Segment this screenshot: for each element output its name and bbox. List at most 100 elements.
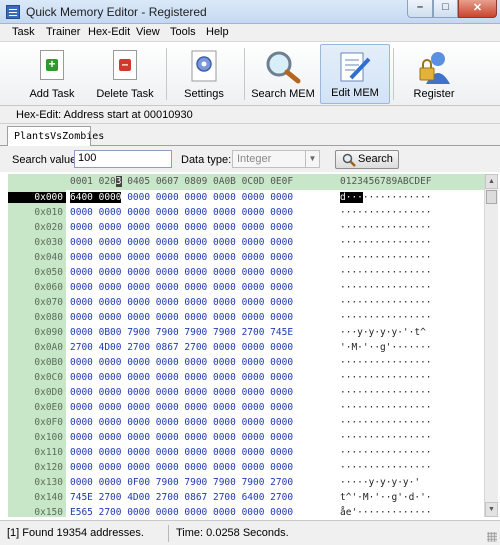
menu-view[interactable]: View — [136, 26, 160, 38]
scroll-down-arrow-icon[interactable]: ▼ — [485, 502, 498, 517]
address-cell[interactable]: 0x0D0 — [8, 387, 66, 398]
address-cell[interactable]: 0x060 — [8, 282, 66, 293]
ascii-row[interactable]: ················ — [340, 417, 432, 428]
hex-row[interactable]: 0000 0000 0000 0000 0000 0000 0000 0000 — [70, 237, 293, 248]
vertical-scrollbar[interactable]: ▲ ▼ — [484, 174, 498, 517]
address-cell[interactable]: 0x140 — [8, 492, 66, 503]
delete-task-button[interactable]: – Delete Task — [86, 44, 164, 104]
hex-row[interactable]: 0000 0000 0000 0000 0000 0000 0000 0000 — [70, 267, 293, 278]
search-button[interactable]: Search — [335, 150, 399, 169]
data-type-select[interactable]: Integer ▼ — [232, 150, 320, 168]
settings-button[interactable]: Settings — [170, 44, 238, 104]
resize-grip-icon[interactable] — [487, 532, 497, 542]
register-button[interactable]: Register — [398, 44, 470, 104]
hex-row[interactable]: 0000 0000 0000 0000 0000 0000 0000 0000 — [70, 402, 293, 413]
ascii-row[interactable]: ················ — [340, 237, 432, 248]
address-cell[interactable]: 0x100 — [8, 432, 66, 443]
hex-row[interactable]: 0000 0000 0000 0000 0000 0000 0000 0000 — [70, 432, 293, 443]
address-cell[interactable]: 0x0E0 — [8, 402, 66, 413]
scroll-up-arrow-icon[interactable]: ▲ — [485, 174, 498, 189]
ascii-row[interactable]: ·····y·y·y·y·' — [340, 477, 420, 488]
address-cell[interactable]: 0x120 — [8, 462, 66, 473]
menu-help[interactable]: Help — [206, 26, 229, 38]
address-cell[interactable]: 0x150 — [8, 507, 66, 517]
address-cell[interactable]: 0x050 — [8, 267, 66, 278]
hex-row[interactable]: 0000 0000 0000 0000 0000 0000 0000 0000 — [70, 462, 293, 473]
search-mem-button[interactable]: Search MEM — [250, 44, 316, 104]
ascii-row[interactable]: d··············· — [340, 192, 432, 203]
address-cell[interactable]: 0x030 — [8, 237, 66, 248]
address-cell[interactable]: 0x0F0 — [8, 417, 66, 428]
chevron-down-icon: ▼ — [305, 151, 319, 167]
search-button-label: Search — [358, 153, 393, 165]
address-cell[interactable]: 0x070 — [8, 297, 66, 308]
ascii-row[interactable]: ················ — [340, 462, 432, 473]
hex-row[interactable]: 6400 0000 0000 0000 0000 0000 0000 0000 — [70, 192, 293, 203]
ascii-row[interactable]: ················ — [340, 297, 432, 308]
hex-row[interactable]: 0000 0B00 7900 7900 7900 7900 2700 745E — [70, 327, 293, 338]
hex-row[interactable]: 745E 2700 4D00 2700 0867 2700 6400 2700 — [70, 492, 293, 503]
hex-row[interactable]: 0000 0000 0000 0000 0000 0000 0000 0000 — [70, 297, 293, 308]
address-cell[interactable]: 0x130 — [8, 477, 66, 488]
search-value-label: Search value: — [12, 154, 80, 166]
menu-trainer[interactable]: Trainer — [46, 26, 80, 38]
selected-bytes[interactable]: 6400 0000 — [70, 192, 122, 203]
ascii-row[interactable]: ················ — [340, 267, 432, 278]
hex-row[interactable]: 0000 0000 0000 0000 0000 0000 0000 0000 — [70, 222, 293, 233]
toolbar-separator — [393, 48, 394, 100]
search-mem-label: Search MEM — [251, 88, 315, 100]
address-cell[interactable]: 0x0A0 — [8, 342, 66, 353]
address-cell[interactable]: 0x0B0 — [8, 357, 66, 368]
ascii-row[interactable]: ················ — [340, 372, 432, 383]
ascii-row[interactable]: ················ — [340, 402, 432, 413]
ascii-row[interactable]: ················ — [340, 312, 432, 323]
hex-row[interactable]: 0000 0000 0000 0000 0000 0000 0000 0000 — [70, 282, 293, 293]
ascii-row[interactable]: ················ — [340, 447, 432, 458]
address-cell[interactable]: 0x040 — [8, 252, 66, 263]
address-cell[interactable]: 0x010 — [8, 207, 66, 218]
hex-row[interactable]: 0000 0000 0000 0000 0000 0000 0000 0000 — [70, 252, 293, 263]
hex-row[interactable]: 0000 0000 0000 0000 0000 0000 0000 0000 — [70, 312, 293, 323]
menu-bar: Task Trainer Hex-Edit View Tools Help — [0, 24, 500, 42]
hex-row[interactable]: 0000 0000 0000 0000 0000 0000 0000 0000 — [70, 447, 293, 458]
add-task-button[interactable]: + Add Task — [12, 44, 92, 104]
ascii-row[interactable]: ················ — [340, 207, 432, 218]
ascii-row[interactable]: åe'············· — [340, 507, 432, 517]
address-cell[interactable]: 0x000 — [8, 192, 66, 203]
menu-task[interactable]: Task — [12, 26, 35, 38]
hex-row[interactable]: 0000 0000 0000 0000 0000 0000 0000 0000 — [70, 207, 293, 218]
toolbar-separator — [244, 48, 245, 100]
hex-row[interactable]: E565 2700 0000 0000 0000 0000 0000 0000 — [70, 507, 293, 517]
address-cell[interactable]: 0x090 — [8, 327, 66, 338]
address-cell[interactable]: 0x080 — [8, 312, 66, 323]
scroll-thumb[interactable] — [486, 190, 497, 204]
hex-row[interactable]: 0000 0000 0F00 7900 7900 7900 7900 2700 — [70, 477, 293, 488]
close-button[interactable]: ✕ — [458, 0, 497, 18]
hex-row[interactable]: 0000 0000 0000 0000 0000 0000 0000 0000 — [70, 417, 293, 428]
edit-mem-button[interactable]: Edit MEM — [320, 44, 390, 104]
ascii-row[interactable]: ················ — [340, 357, 432, 368]
hex-row[interactable]: 2700 4D00 2700 0867 2700 0000 0000 0000 — [70, 342, 293, 353]
hex-editor-grid[interactable]: 0001 0203 0405 0607 0809 0A0B 0C0D 0E0F … — [8, 174, 484, 517]
search-value-input[interactable]: 100 — [74, 150, 172, 168]
ascii-row[interactable]: ················ — [340, 222, 432, 233]
address-cell[interactable]: 0x0C0 — [8, 372, 66, 383]
maximize-button[interactable]: □ — [433, 0, 458, 18]
ascii-row[interactable]: ···y·y·y·y·'·t^ — [340, 327, 426, 338]
hex-row[interactable]: 0000 0000 0000 0000 0000 0000 0000 0000 — [70, 357, 293, 368]
ascii-row[interactable]: '·M·'··g'······· — [340, 342, 432, 353]
selected-ascii[interactable]: d··· — [340, 192, 363, 203]
hex-row[interactable]: 0000 0000 0000 0000 0000 0000 0000 0000 — [70, 387, 293, 398]
menu-hex-edit[interactable]: Hex-Edit — [88, 26, 130, 38]
address-cell[interactable]: 0x020 — [8, 222, 66, 233]
ascii-row[interactable]: ················ — [340, 282, 432, 293]
hex-row[interactable]: 0000 0000 0000 0000 0000 0000 0000 0000 — [70, 372, 293, 383]
ascii-row[interactable]: ················ — [340, 252, 432, 263]
menu-tools[interactable]: Tools — [170, 26, 196, 38]
ascii-row[interactable]: t^'·M·'··g'·d·'· — [340, 492, 432, 503]
tab-plantsvszombies[interactable]: PlantsVsZombies — [7, 126, 104, 146]
address-cell[interactable]: 0x110 — [8, 447, 66, 458]
ascii-row[interactable]: ················ — [340, 432, 432, 443]
ascii-row[interactable]: ················ — [340, 387, 432, 398]
minimize-button[interactable]: – — [407, 0, 433, 18]
